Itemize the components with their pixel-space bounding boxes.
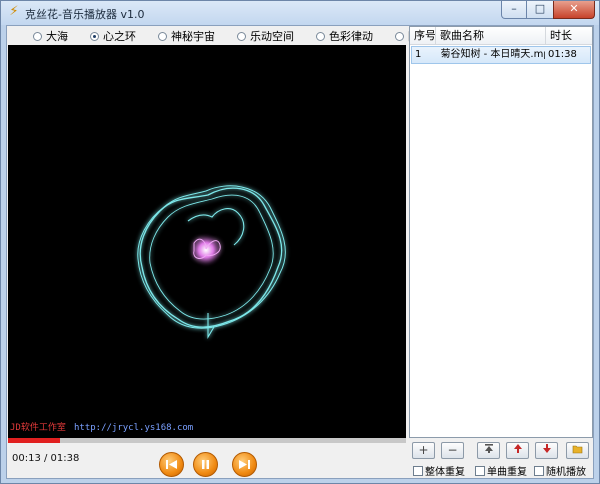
- maximize-button[interactable]: □: [527, 1, 553, 19]
- client-area: 大海 心之环 神秘宇宙 乐动空间 色彩律动 随机: [6, 25, 594, 479]
- open-folder-icon: [572, 445, 582, 454]
- move-top-icon: [484, 444, 493, 453]
- radio-indicator-selected: [90, 31, 99, 41]
- pause-button[interactable]: [193, 452, 218, 477]
- row-song-name: 菊谷知树 - 本日晴天.mp3: [440, 49, 545, 60]
- seek-bar-fill: [8, 438, 60, 443]
- next-button[interactable]: [232, 452, 257, 477]
- repeat-one-label: 单曲重复: [487, 467, 527, 478]
- effect-label: 乐动空间: [250, 30, 294, 43]
- column-duration[interactable]: 时长: [546, 27, 592, 44]
- row-duration: 01:38: [548, 49, 577, 60]
- effect-radio-mystic-universe[interactable]: 神秘宇宙: [158, 28, 215, 44]
- playlist-header: 序号 歌曲名称 时长: [410, 27, 592, 45]
- url-watermark: http://jrycl.ys168.com: [74, 423, 193, 433]
- previous-icon: [166, 460, 177, 469]
- next-icon: [239, 460, 250, 469]
- playlist-panel[interactable]: 序号 歌曲名称 时长 1 菊谷知树 - 本日晴天.mp3 01:38: [409, 26, 593, 438]
- seek-bar[interactable]: [8, 438, 406, 443]
- checkbox-box: [413, 465, 423, 476]
- shuffle-checkbox[interactable]: 随机播放: [534, 463, 586, 478]
- heart-ring-visual: [137, 185, 286, 339]
- previous-button[interactable]: [159, 452, 184, 477]
- lightning-icon: ⚡: [9, 4, 19, 19]
- checkbox-box: [475, 465, 485, 476]
- watermark-url: http://jrycl.ys168.com: [74, 423, 194, 433]
- move-top-button[interactable]: [477, 442, 500, 459]
- title-bar[interactable]: ⚡ 克丝花-音乐播放器 v1.0 – □ ✕: [1, 1, 599, 25]
- radio-indicator: [158, 31, 167, 41]
- column-index[interactable]: 序号: [410, 27, 436, 44]
- window-title: 克丝花-音乐播放器 v1.0: [25, 8, 145, 21]
- checkbox-box: [534, 465, 544, 476]
- effect-radio-music-space[interactable]: 乐动空间: [237, 28, 294, 44]
- pause-icon: [202, 460, 209, 469]
- repeat-one-checkbox[interactable]: 单曲重复: [475, 463, 527, 478]
- visualizer-canvas: JD软件工作室 http://jrycl.ys168.com: [8, 45, 406, 438]
- remove-icon: −: [447, 443, 458, 457]
- effect-radio-ocean[interactable]: 大海: [33, 28, 68, 44]
- repeat-all-checkbox[interactable]: 整体重复: [413, 463, 465, 478]
- effect-radio-heart-ring[interactable]: 心之环: [90, 28, 136, 44]
- column-song-name[interactable]: 歌曲名称: [436, 27, 546, 44]
- move-up-button[interactable]: [506, 442, 529, 459]
- add-icon: +: [418, 443, 429, 457]
- player-window: ⚡ 克丝花-音乐播放器 v1.0 – □ ✕ 大海 心之环 神秘宇宙 乐动空间 …: [0, 0, 600, 484]
- effect-radio-color-rhythm[interactable]: 色彩律动: [316, 28, 373, 44]
- effect-label: 大海: [46, 30, 68, 43]
- move-up-icon: [513, 444, 522, 453]
- move-down-icon: [542, 444, 551, 453]
- open-folder-button[interactable]: [566, 442, 589, 459]
- radio-indicator: [316, 31, 325, 41]
- add-song-button[interactable]: +: [412, 442, 435, 459]
- effect-label: 色彩律动: [329, 30, 373, 43]
- radio-indicator: [237, 31, 246, 41]
- radio-indicator: [33, 31, 42, 41]
- effect-label: 神秘宇宙: [171, 30, 215, 43]
- studio-watermark: JD软件工作室: [10, 423, 66, 433]
- effect-label: 心之环: [103, 30, 136, 43]
- playlist-row[interactable]: 1 菊谷知树 - 本日晴天.mp3 01:38: [411, 46, 591, 64]
- row-index: 1: [415, 49, 422, 60]
- move-down-button[interactable]: [535, 442, 558, 459]
- effect-selector: 大海 心之环 神秘宇宙 乐动空间 色彩律动 随机: [7, 26, 430, 46]
- time-display: 00:13 / 01:38: [12, 453, 80, 464]
- minimize-button[interactable]: –: [501, 1, 527, 19]
- window-controls: – □ ✕: [501, 1, 595, 19]
- close-button[interactable]: ✕: [553, 1, 595, 19]
- radio-indicator: [395, 31, 404, 41]
- repeat-all-label: 整体重复: [425, 467, 465, 478]
- shuffle-label: 随机播放: [546, 467, 586, 478]
- remove-song-button[interactable]: −: [441, 442, 464, 459]
